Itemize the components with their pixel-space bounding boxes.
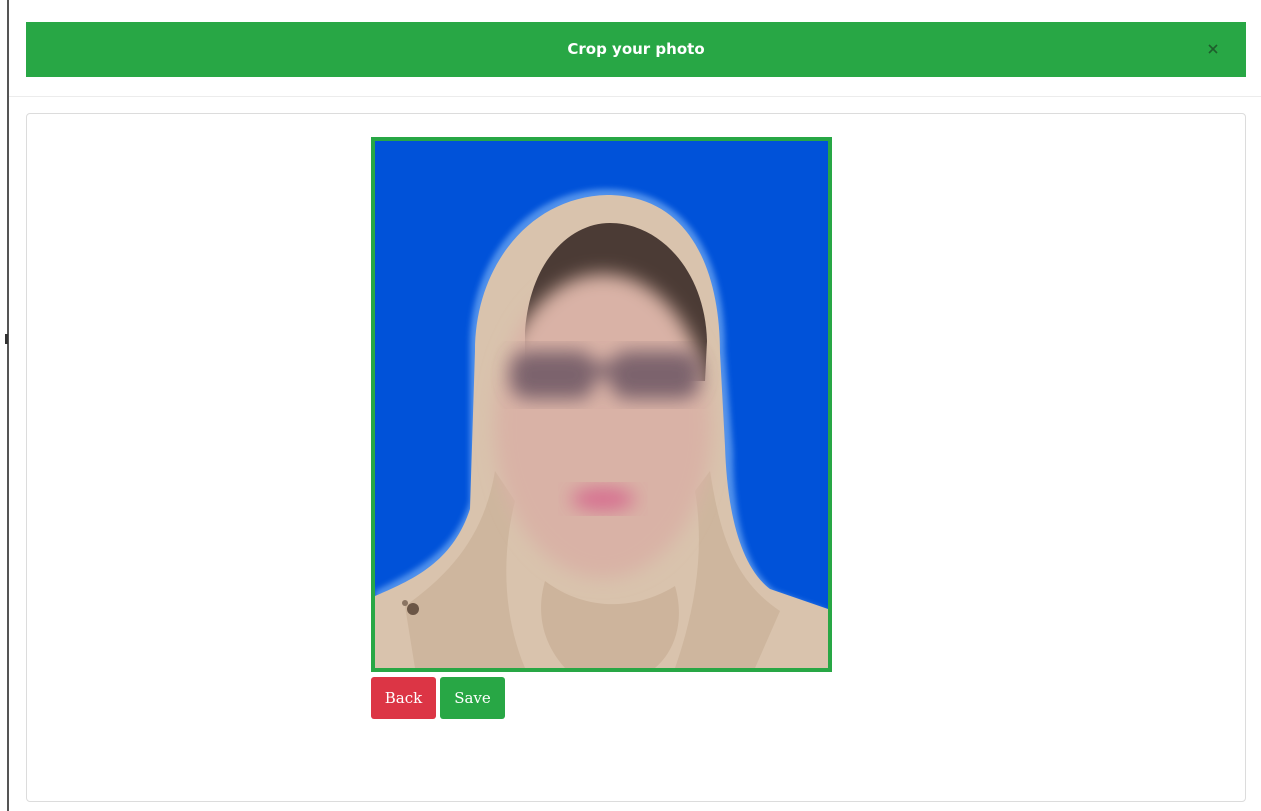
close-icon[interactable]: [1202, 38, 1224, 60]
header-divider: [9, 96, 1261, 97]
window-left-edge-handle: [5, 334, 8, 344]
crop-area[interactable]: [371, 137, 832, 672]
modal-header: Crop your photo: [26, 22, 1246, 77]
save-button[interactable]: Save: [440, 677, 505, 719]
window-left-edge: [7, 0, 9, 811]
back-button[interactable]: Back: [371, 677, 436, 719]
modal-title: Crop your photo: [567, 40, 705, 58]
photo-image: [375, 141, 828, 668]
